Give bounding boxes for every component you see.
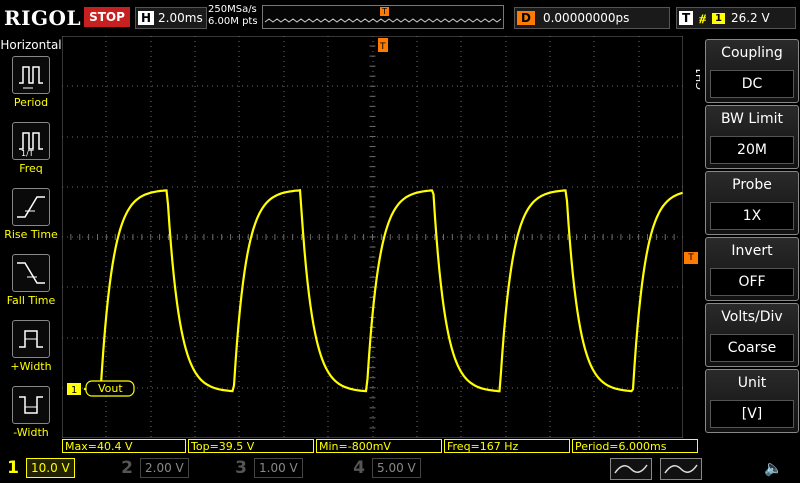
sine-wave-icon: [614, 464, 648, 474]
delay-display[interactable]: D 0.00000000ps: [514, 7, 670, 29]
math-waveform-button[interactable]: [610, 458, 652, 480]
probe-button[interactable]: Probe 1X: [705, 171, 799, 235]
channel-3-scale: 1.00 V: [254, 458, 303, 478]
trigger-source: 1: [711, 12, 725, 24]
acquisition-info: 250MSa/s 6.00M pts: [208, 4, 258, 28]
delay-value: 0.00000000ps: [542, 11, 630, 25]
positive-width-icon: [12, 320, 50, 358]
invert-title: Invert: [731, 243, 773, 259]
unit-value: [V]: [710, 400, 794, 428]
probe-title: Probe: [732, 177, 772, 193]
coupling-button[interactable]: Coupling DC: [705, 39, 799, 103]
horizontal-tag: H: [138, 11, 155, 25]
channel-3-number: 3: [235, 458, 247, 478]
rising-edge-icon: ⧣: [699, 10, 706, 25]
fall-time-label: Fall Time: [6, 294, 56, 307]
trigger-tag: T: [679, 11, 694, 25]
freq-label: Freq: [19, 162, 43, 175]
fall-time-icon: [12, 254, 50, 292]
sine-wave-icon: [664, 464, 698, 474]
measure-fall-time-button[interactable]: Fall Time: [3, 254, 59, 307]
svg-text:1/T: 1/T: [21, 149, 34, 158]
measurement-max[interactable]: Max=40.4 V: [62, 439, 186, 453]
channel-3-indicator[interactable]: 3 1.00 V: [232, 458, 303, 478]
channel-4-scale: 5.00 V: [372, 458, 421, 478]
trigger-display[interactable]: T ⧣ 1 26.2 V: [676, 7, 796, 29]
timebase-value: 2.00ms: [158, 11, 203, 25]
memory-depth: 6.00M pts: [208, 16, 258, 27]
measure-menu: Horizontal Period 1/T Freq Rise Time Fal…: [0, 36, 62, 456]
measurement-top[interactable]: Top=39.5 V: [188, 439, 314, 453]
invert-value: OFF: [710, 268, 794, 296]
probe-value: 1X: [710, 202, 794, 230]
run-stop-button[interactable]: STOP: [84, 7, 130, 27]
delay-tag: D: [517, 11, 535, 25]
negative-width-icon: [12, 386, 50, 424]
ground-marker: 1: [67, 383, 81, 396]
measure-negative-width-button[interactable]: -Width: [3, 386, 59, 439]
measure-rise-time-button[interactable]: Rise Time: [3, 188, 59, 241]
bw-limit-title: BW Limit: [720, 111, 784, 127]
brand-logo: RIGOL: [4, 6, 82, 30]
negative-width-label: -Width: [13, 426, 49, 439]
trace-label-tag: Vout: [85, 380, 135, 397]
ch1-ground-label: 1: [71, 385, 77, 396]
status-bar: RIGOL STOP H 2.00ms 250MSa/s 6.00M pts T…: [0, 0, 800, 36]
measure-positive-width-button[interactable]: +Width: [3, 320, 59, 373]
channel-1-number: 1: [7, 458, 19, 478]
freq-icon: 1/T: [12, 122, 50, 160]
sample-rate: 250MSa/s: [208, 4, 257, 15]
unit-button[interactable]: Unit [V]: [705, 369, 799, 433]
volts-div-title: Volts/Div: [721, 309, 783, 325]
rise-time-icon: [12, 188, 50, 226]
rise-time-label: Rise Time: [4, 228, 58, 241]
volts-div-button[interactable]: Volts/Div Coarse: [705, 303, 799, 367]
trace-label: Vout: [98, 382, 123, 395]
measurement-freq[interactable]: Freq=167 Hz: [444, 439, 570, 453]
memory-waveform-icon: [264, 18, 502, 23]
ref-waveform-button[interactable]: [660, 458, 702, 480]
measurement-period[interactable]: Period=6.000ms: [572, 439, 698, 453]
menu-title: Horizontal: [0, 38, 62, 52]
channel-1-scale: 10.0 V: [26, 458, 75, 478]
unit-title: Unit: [737, 375, 767, 391]
graticule-grid: [61, 35, 684, 439]
memory-overview[interactable]: T: [262, 5, 504, 29]
trigger-level-marker[interactable]: T: [684, 252, 698, 264]
coupling-title: Coupling: [721, 45, 783, 61]
channel-4-number: 4: [353, 458, 365, 478]
measurement-min[interactable]: Min=-800mV: [316, 439, 442, 453]
invert-button[interactable]: Invert OFF: [705, 237, 799, 301]
channel-2-indicator[interactable]: 2 2.00 V: [118, 458, 189, 478]
measure-freq-button[interactable]: 1/T Freq: [3, 122, 59, 175]
waveform-graticule: 1 Vout T: [61, 35, 684, 439]
coupling-value: DC: [710, 70, 794, 98]
channel-4-indicator[interactable]: 4 5.00 V: [350, 458, 421, 478]
positive-width-label: +Width: [10, 360, 52, 373]
measure-period-button[interactable]: Period: [3, 56, 59, 109]
timebase-display[interactable]: H 2.00ms: [135, 7, 207, 29]
channel-bar: 1 10.0 V 2 2.00 V 3 1.00 V 4 5.00 V 🔈: [0, 456, 800, 480]
ch1-trace: [83, 189, 683, 393]
trigger-time-marker: T: [378, 38, 388, 52]
trigger-time-label: T: [379, 42, 386, 52]
channel-2-number: 2: [121, 458, 133, 478]
volts-div-value: Coarse: [710, 334, 794, 362]
channel-2-scale: 2.00 V: [140, 458, 189, 478]
speaker-mute-icon[interactable]: 🔈: [764, 459, 783, 477]
bw-limit-value: 20M: [710, 136, 794, 164]
period-icon: [12, 56, 50, 94]
trigger-level: 26.2 V: [730, 11, 770, 25]
bw-limit-button[interactable]: BW Limit 20M: [705, 105, 799, 169]
waveform-display[interactable]: 1 Vout T: [61, 35, 684, 439]
channel-1-indicator[interactable]: 1 10.0 V: [4, 458, 75, 478]
measurement-bar: Max=40.4 V Top=39.5 V Min=-800mV Freq=16…: [62, 438, 698, 454]
period-label: Period: [13, 96, 49, 109]
